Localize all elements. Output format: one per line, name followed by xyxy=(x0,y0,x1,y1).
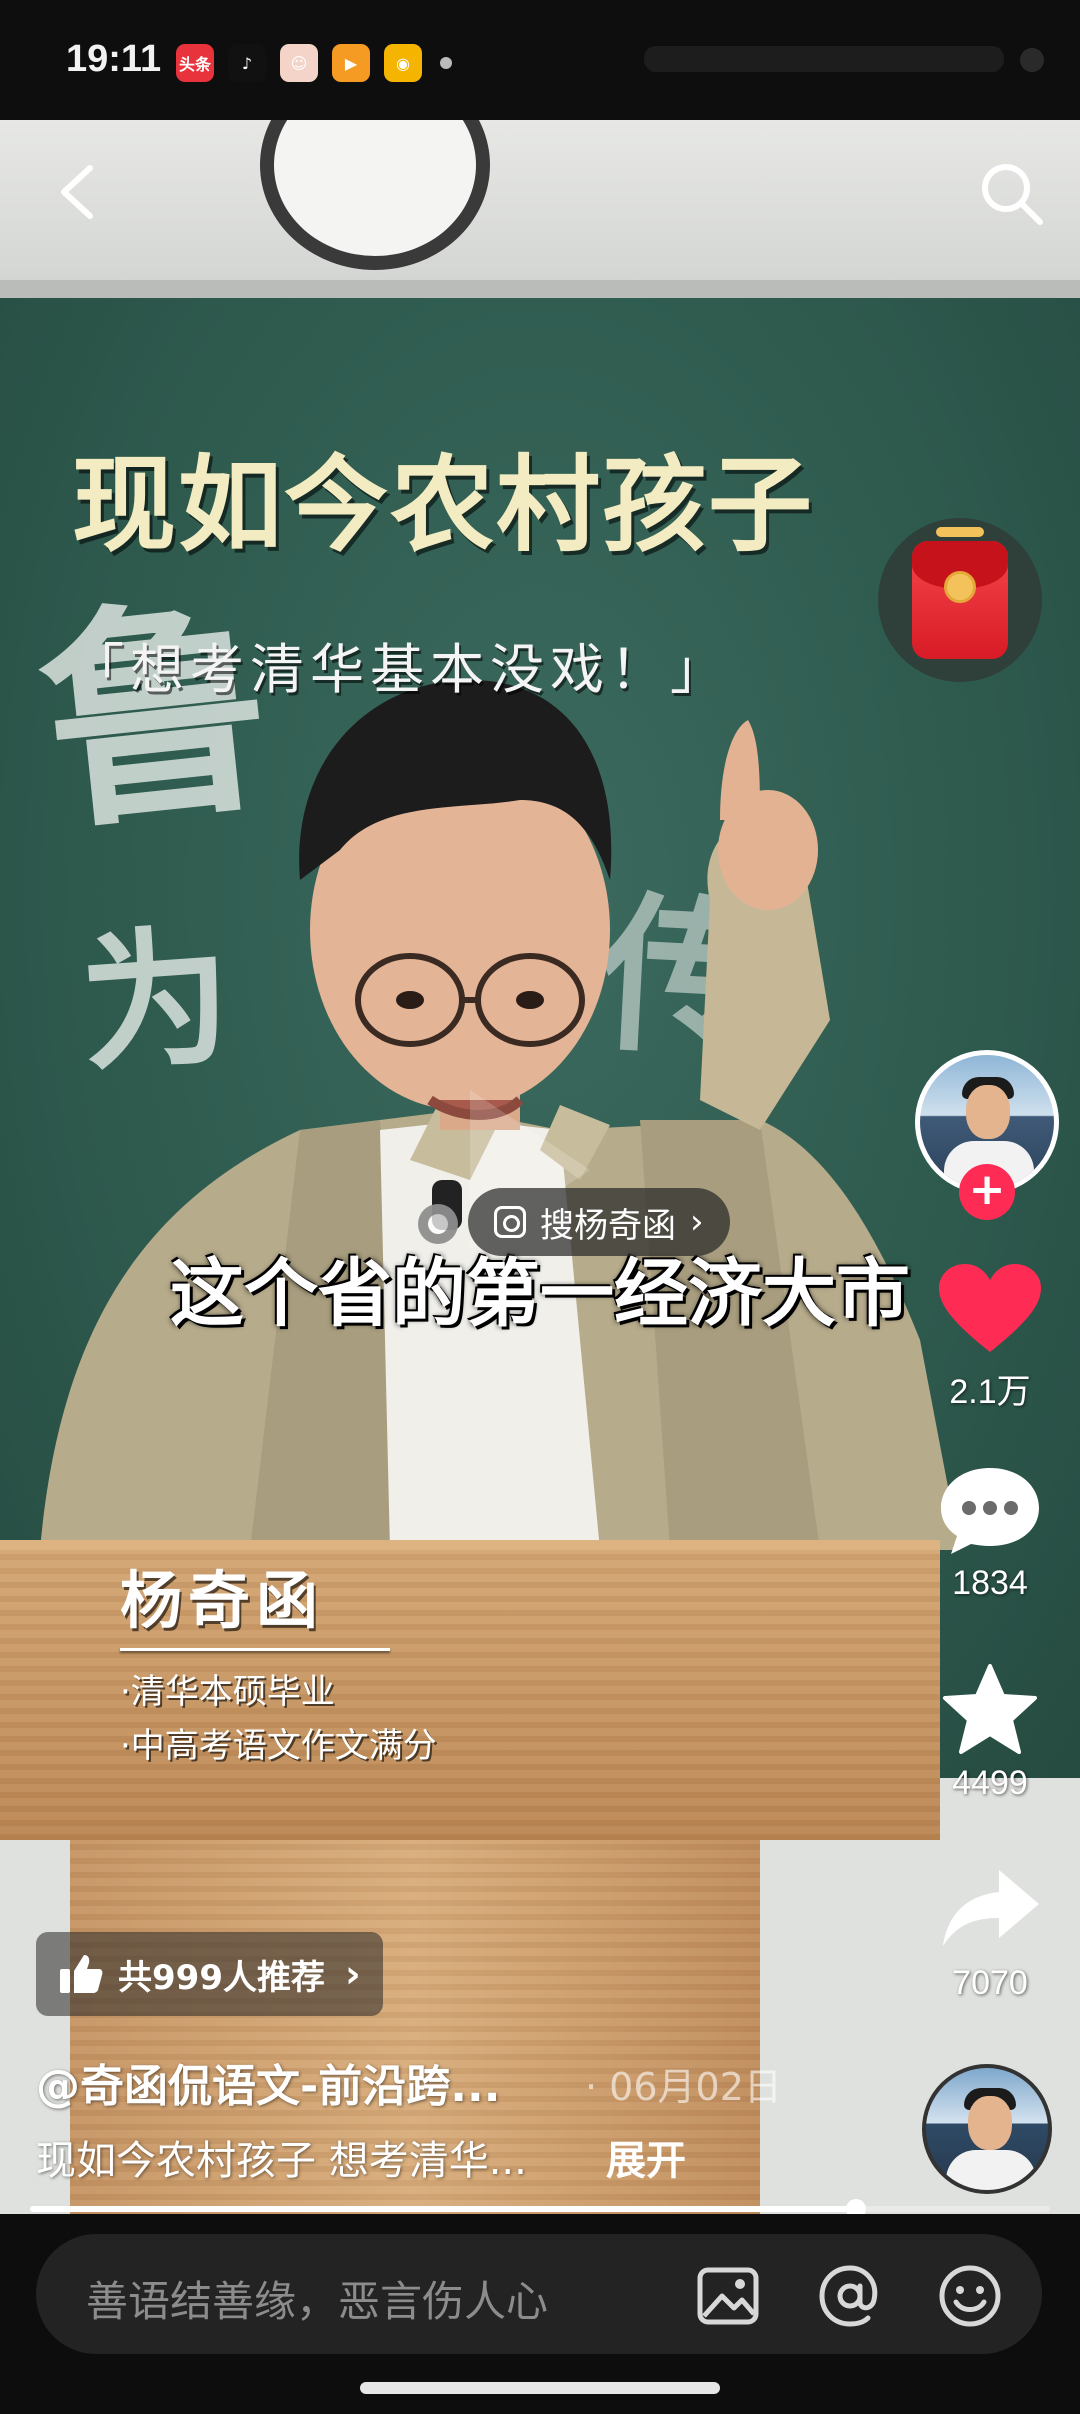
tiktok-icon: ♪ xyxy=(228,44,266,82)
post-date: · 06月02日 xyxy=(585,2065,782,2109)
notification-icons: 头条 ♪ ☺ ▶ ◉ xyxy=(176,44,452,82)
comment-count: 1834 xyxy=(952,1564,1028,1602)
comment-button[interactable]: 1834 xyxy=(930,1462,1050,1603)
lower-third-divider xyxy=(120,1648,390,1651)
star-icon xyxy=(943,1664,1037,1754)
video-player[interactable]: 鲁 为 传 现如今农村孩子 「想考清华基本没戏！」 这个省的第一经济大市 杨奇函… xyxy=(0,120,1080,2214)
chevron-right-icon: › xyxy=(344,1952,361,1996)
video-app-icon: ▶ xyxy=(332,44,370,82)
scan-search-icon xyxy=(494,1206,526,1238)
weibo-icon: ◉ xyxy=(384,44,422,82)
search-chip-label: 搜杨奇函 xyxy=(540,1205,676,1246)
image-picker-icon[interactable] xyxy=(694,2262,762,2330)
heart-icon xyxy=(939,1264,1041,1352)
video-subline: 「想考清华基本没戏！」 xyxy=(70,638,730,701)
expand-description-button[interactable]: 展开 xyxy=(606,2128,686,2186)
avatar-app-icon: ☺ xyxy=(280,44,318,82)
red-packet-button[interactable] xyxy=(878,518,1042,682)
favorite-count: 4499 xyxy=(952,1764,1028,1802)
red-packet-icon xyxy=(912,527,1008,659)
status-bar: 19:11 头条 ♪ ☺ ▶ ◉ xyxy=(0,0,1080,120)
thumbs-up-icon xyxy=(60,1955,103,1993)
share-count: 7070 xyxy=(952,1964,1028,2002)
home-indicator[interactable] xyxy=(360,2382,720,2394)
recommend-label: 共999人推荐 xyxy=(118,1957,325,1998)
follow-button[interactable]: + xyxy=(959,1164,1015,1220)
speaker-name: 杨奇函 xyxy=(120,1564,325,1637)
comment-input-container[interactable]: 善语结善缘，恶言伤人心 xyxy=(36,2234,1042,2354)
share-button[interactable]: 7070 xyxy=(930,1862,1050,2003)
back-arrow-icon xyxy=(61,165,93,219)
chevron-right-icon: › xyxy=(690,1202,704,1242)
video-headline: 现如今农村孩子 xyxy=(72,443,815,566)
speaker-credential: ·中高考语文作文满分 xyxy=(120,1726,437,1766)
favorite-button[interactable]: 4499 xyxy=(930,1662,1050,1803)
comment-input[interactable]: 善语结善缘，恶言伤人心 xyxy=(86,2268,548,2329)
search-button[interactable] xyxy=(976,158,1046,228)
back-button[interactable] xyxy=(50,162,110,222)
comment-bar: 善语结善缘，恶言伤人心 xyxy=(0,2214,1080,2414)
like-count: 2.1万 xyxy=(949,1373,1031,1411)
recommend-chip[interactable]: 共999人推荐 › xyxy=(36,1932,383,2016)
share-arrow-icon xyxy=(943,1870,1039,1946)
search-suggestion-chip[interactable]: 搜杨奇函 › xyxy=(468,1188,730,1256)
camera-cutout xyxy=(1020,48,1044,72)
music-disc-avatar[interactable] xyxy=(922,2064,1052,2194)
speaker-credential: ·清华本硕毕业 xyxy=(120,1672,335,1712)
status-indicators xyxy=(644,40,1044,80)
speaker-lower-third: 杨奇函 ·清华本硕毕业 ·中高考语文作文满分 xyxy=(120,1550,437,1773)
toutiao-icon: 头条 xyxy=(176,44,214,82)
comment-bubble-icon xyxy=(941,1468,1039,1554)
author-handle[interactable]: @奇函侃语文-前沿跨... xyxy=(36,2050,500,2114)
status-time: 19:11 xyxy=(66,38,162,80)
more-notifications-icon xyxy=(440,57,452,69)
emoji-icon[interactable] xyxy=(936,2262,1004,2330)
post-description: 现如今农村孩子 想考清华... xyxy=(36,2138,527,2184)
mention-icon[interactable] xyxy=(816,2262,884,2330)
like-button[interactable]: 2.1万 xyxy=(930,1262,1050,1413)
search-icon xyxy=(982,164,1043,225)
status-info-redacted xyxy=(644,46,1004,72)
video-progress-bar[interactable] xyxy=(30,2199,1050,2219)
loading-indicator-icon xyxy=(418,1204,458,1244)
progress-fill xyxy=(30,2206,857,2212)
